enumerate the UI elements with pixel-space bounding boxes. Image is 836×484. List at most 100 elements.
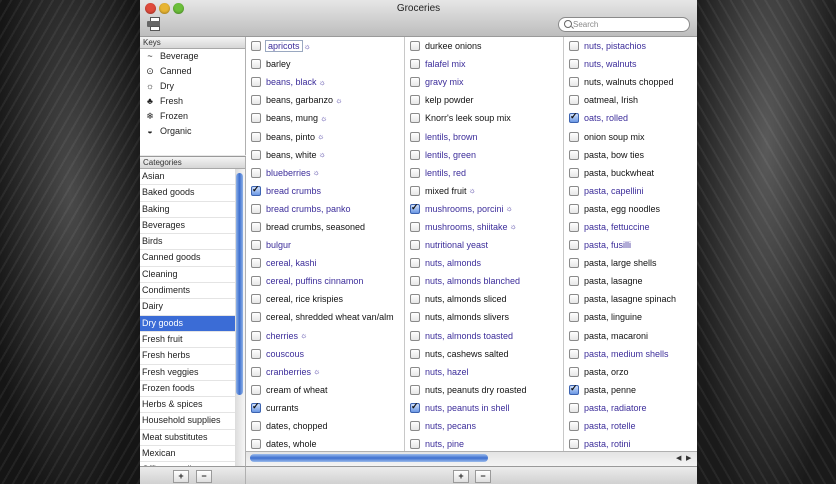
item-checkbox[interactable] [410, 131, 420, 142]
category-item[interactable]: Dry goods [140, 315, 235, 332]
item-label[interactable]: nuts, pistachios [584, 41, 646, 51]
item-checkbox[interactable] [569, 348, 579, 359]
item-checkbox[interactable] [569, 439, 579, 450]
item-checkbox[interactable] [251, 348, 261, 359]
item-label[interactable]: nutritional yeast [425, 240, 488, 250]
item-checkbox[interactable] [569, 366, 579, 377]
item-checkbox[interactable] [251, 240, 261, 251]
item-checkbox[interactable] [410, 294, 420, 305]
item-label[interactable]: nuts, hazel [425, 367, 469, 377]
item-label[interactable]: lentils, green [425, 150, 476, 160]
item-checkbox[interactable] [569, 276, 579, 287]
item-label[interactable]: pasta, egg noodles [584, 204, 660, 214]
item-label[interactable]: pasta, large shells [584, 258, 657, 268]
category-item[interactable]: Household supplies [140, 413, 235, 430]
item-label[interactable]: beans, mung [266, 113, 318, 123]
item-label[interactable]: pasta, medium shells [584, 349, 669, 359]
item-checkbox[interactable] [569, 258, 579, 269]
item-checkbox[interactable] [569, 294, 579, 305]
item-label[interactable]: cereal, shredded wheat van/alm [266, 312, 394, 322]
item-checkbox[interactable] [410, 202, 420, 214]
item-checkbox[interactable] [251, 221, 261, 232]
item-label[interactable]: nuts, almonds toasted [425, 331, 513, 341]
items-scroll-thumb[interactable] [250, 454, 488, 462]
item-checkbox[interactable] [410, 113, 420, 124]
item-checkbox[interactable] [410, 258, 420, 269]
scroll-right-arrow-icon[interactable]: ▶ [686, 454, 691, 462]
category-item[interactable]: Beverages [140, 218, 235, 235]
category-item[interactable]: Fresh fruit [140, 332, 235, 349]
item-checkbox[interactable] [251, 184, 261, 196]
item-checkbox[interactable] [569, 185, 579, 196]
item-label[interactable]: pasta, capellini [584, 186, 644, 196]
category-item[interactable]: Asian [140, 169, 235, 186]
category-item[interactable]: Herbs & spices [140, 397, 235, 414]
item-label[interactable]: pasta, penne [584, 385, 636, 395]
item-label[interactable]: pasta, orzo [584, 367, 629, 377]
item-checkbox[interactable] [410, 421, 420, 432]
item-checkbox[interactable] [410, 384, 420, 395]
item-checkbox[interactable] [251, 167, 261, 178]
item-label[interactable]: pasta, fettuccine [584, 222, 650, 232]
item-label[interactable]: beans, pinto [266, 132, 315, 142]
item-checkbox[interactable] [251, 421, 261, 432]
item-checkbox[interactable] [251, 276, 261, 287]
item-checkbox[interactable] [251, 439, 261, 450]
item-label[interactable]: barley [266, 59, 291, 69]
item-checkbox[interactable] [569, 330, 579, 341]
item-label[interactable]: pasta, macaroni [584, 331, 648, 341]
item-checkbox[interactable] [569, 111, 579, 124]
item-label[interactable]: bread crumbs, seasoned [266, 222, 365, 232]
item-checkbox[interactable] [410, 401, 420, 413]
item-label[interactable]: mushrooms, porcini [425, 204, 504, 214]
item-checkbox[interactable] [410, 95, 420, 106]
item-checkbox[interactable] [569, 221, 579, 232]
item-checkbox[interactable] [410, 167, 420, 178]
search-input[interactable] [573, 18, 683, 30]
item-label[interactable]: gravy mix [425, 77, 464, 87]
item-label[interactable]: nuts, walnuts [584, 59, 637, 69]
item-checkbox[interactable] [569, 77, 579, 88]
category-item[interactable]: Baking [140, 202, 235, 218]
item-checkbox[interactable] [251, 95, 261, 106]
item-label[interactable]: kelp powder [425, 95, 474, 105]
item-checkbox[interactable] [251, 366, 261, 377]
item-checkbox[interactable] [410, 185, 420, 196]
item-label[interactable]: nuts, pine [425, 439, 464, 449]
item-checkbox[interactable] [410, 59, 420, 70]
search-field[interactable] [558, 17, 690, 32]
item-label[interactable]: pasta, rotini [584, 439, 631, 449]
item-label[interactable]: lentils, brown [425, 132, 478, 142]
category-item[interactable]: Dairy [140, 299, 235, 316]
category-item[interactable]: Cleaning [140, 267, 235, 284]
item-label[interactable]: onion soup mix [584, 132, 645, 142]
item-checkbox[interactable] [410, 77, 420, 88]
item-checkbox[interactable] [569, 131, 579, 142]
item-label[interactable]: cherries [266, 331, 298, 341]
item-checkbox[interactable] [410, 240, 420, 251]
item-checkbox[interactable] [569, 41, 579, 52]
item-checkbox[interactable] [410, 439, 420, 450]
item-checkbox[interactable] [251, 203, 261, 214]
item-checkbox[interactable] [410, 41, 420, 52]
add-category-button[interactable]: + [173, 470, 189, 483]
item-label[interactable]: nuts, almonds sliced [425, 294, 507, 304]
item-label[interactable]: nuts, peanuts dry roasted [425, 385, 527, 395]
add-item-button[interactable]: + [453, 470, 469, 483]
item-label[interactable]: nuts, almonds blanched [425, 276, 520, 286]
item-label[interactable]: beans, garbanzo [266, 95, 333, 105]
category-item[interactable]: Baked goods [140, 185, 235, 202]
remove-item-button[interactable]: − [475, 470, 491, 483]
item-label[interactable]: apricots [265, 40, 303, 53]
item-label[interactable]: pasta, rotelle [584, 421, 636, 431]
item-checkbox[interactable] [251, 294, 261, 305]
scroll-left-arrow-icon[interactable]: ◀ [676, 454, 681, 462]
item-label[interactable]: bulgur [266, 240, 291, 250]
item-label[interactable]: pasta, lasagne spinach [584, 294, 676, 304]
item-checkbox[interactable] [251, 330, 261, 341]
item-label[interactable]: beans, black [266, 77, 317, 87]
item-checkbox[interactable] [410, 330, 420, 341]
item-label[interactable]: nuts, cashews salted [425, 349, 509, 359]
category-item[interactable]: Canned goods [140, 250, 235, 267]
item-checkbox[interactable] [251, 131, 261, 142]
